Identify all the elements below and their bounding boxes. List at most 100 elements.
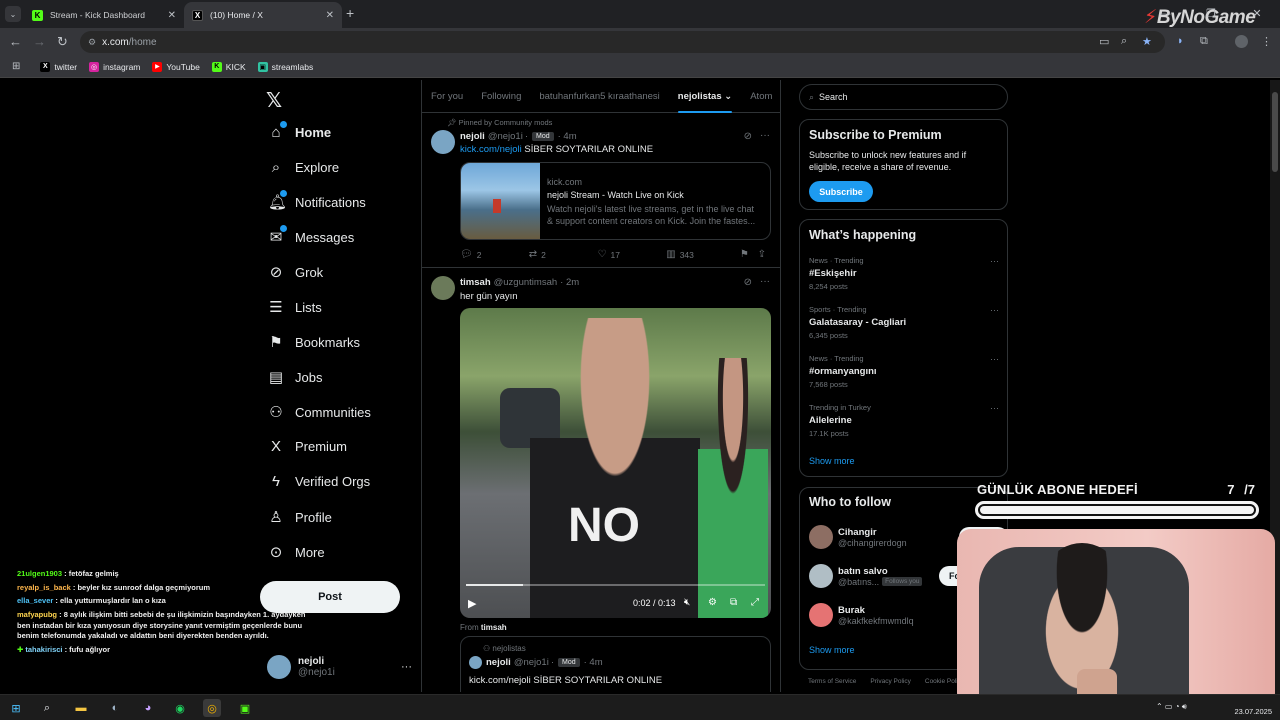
sidebar-item-bookmarks[interactable]: ⚑ Bookmarks [268, 333, 360, 351]
sidebar-item-explore[interactable]: ⌕ Explore [268, 159, 339, 176]
trend-item[interactable]: News · Trending #Eskişehir 8,254 posts ··· [809, 256, 999, 291]
sidebar-item-verified-orgs[interactable]: ϟ Verified Orgs [268, 473, 370, 490]
chrome-icon[interactable]: ◎ [203, 699, 221, 717]
tab-kick-dashboard[interactable]: K Stream - Kick Dashboard ✕ [24, 2, 184, 28]
sidebar-item-home[interactable]: ⌂ Home [268, 121, 331, 141]
bookmark-streamlabs[interactable]: ▣ streamlabs [257, 61, 313, 72]
avatar[interactable] [431, 130, 455, 154]
tweet-time[interactable]: · 4m [558, 131, 577, 142]
author-handle[interactable]: @uzguntimsah [494, 277, 558, 288]
profile-avatar-icon[interactable] [1235, 35, 1248, 48]
show-more-link[interactable]: Show more [809, 456, 855, 466]
scroll-thumb[interactable] [1272, 92, 1278, 172]
site-info-icon[interactable]: ⚙ [88, 37, 96, 48]
file-explorer-icon[interactable]: ▬ [72, 699, 90, 717]
sidebar-item-more[interactable]: ⊙ More [268, 543, 325, 561]
sidebar-item-grok[interactable]: ⊘ Grok [268, 263, 323, 281]
sidebar-item-notifications[interactable]: 🔔︎ Notifications [268, 190, 366, 211]
show-more-link[interactable]: Show more [809, 645, 855, 655]
fullscreen-icon[interactable]: ⤢ [751, 597, 759, 608]
grok-icon[interactable]: ⊘ [744, 131, 752, 142]
more-dots-icon[interactable]: ··· [760, 130, 770, 141]
trend-item[interactable]: Sports · Trending Galatasaray - Cagliari 6… [809, 305, 999, 340]
quote-tweet[interactable]: ⚇ nejolistas nejoli @nejo1i · Mod · 4m k… [460, 636, 771, 692]
steam-icon[interactable]: ◐ [106, 699, 124, 717]
settings-gear-icon[interactable]: ⚙ [708, 597, 717, 608]
system-clock[interactable]: 23.07.2025 [1234, 698, 1272, 716]
tab-following[interactable]: Following [472, 80, 530, 113]
star-bookmark-icon[interactable]: ★ [1142, 35, 1152, 48]
link-card[interactable]: kick.com nejoli Stream - Watch Live on K… [460, 162, 771, 240]
privacy-link[interactable]: Privacy Policy [870, 678, 910, 685]
sidebar-item-communities[interactable]: ⚇ Communities [268, 403, 371, 421]
more-dots-icon[interactable]: ··· [990, 256, 999, 266]
grok-icon[interactable]: ⊘ [744, 277, 752, 288]
bookmark-youtube[interactable]: ▶ YouTube [152, 61, 200, 72]
author-handle[interactable]: @nejo1i [488, 131, 523, 142]
trend-item[interactable]: Trending in Turkey Ailelerine 17.1K posts ·… [809, 403, 999, 438]
tab-atom[interactable]: Atom [741, 80, 780, 113]
trend-item[interactable]: News · Trending #ormanyangını 7,568 posts ·… [809, 354, 999, 389]
subscribe-button[interactable]: Subscribe [809, 181, 873, 202]
more-dots-icon[interactable]: ··· [401, 661, 412, 673]
author-name[interactable]: timsah [460, 277, 491, 288]
tweet-link[interactable]: kick.com/nejoli [460, 144, 522, 155]
reply-button[interactable]: 💬︎ 2 [460, 249, 529, 260]
back-arrow-icon[interactable]: ← [9, 34, 22, 49]
tab-batuhanfurkan5-kıraathanesi[interactable]: batuhanfurkan5 kıraathanesi [530, 80, 668, 113]
terms-link[interactable]: Terms of Service [808, 678, 856, 685]
sidebar-item-jobs[interactable]: ▤ Jobs [268, 368, 323, 386]
search-icon[interactable]: ⌕ [38, 699, 56, 717]
bookmark-instagram[interactable]: ◎ instagram [89, 61, 140, 72]
video-player[interactable]: NO ▶ 0:02 / 0:13 🔇︎ ⚙ ⧉ ⤢ [460, 308, 771, 618]
minimize-icon[interactable]: — [1142, 0, 1188, 28]
url-input[interactable]: ⚙ x.com/home [80, 31, 1165, 53]
views-button[interactable]: ▥ 343 [666, 249, 740, 260]
source-author[interactable]: timsah [481, 623, 507, 632]
repost-button[interactable]: ⇄ 2 [529, 249, 598, 260]
more-dots-icon[interactable]: ··· [990, 305, 999, 315]
share-button[interactable]: ⇪ [758, 249, 770, 260]
tab-search-button[interactable]: ⌄ [5, 6, 21, 22]
forward-arrow-icon[interactable]: → [33, 34, 46, 49]
apps-grid-icon[interactable]: ⊞ [12, 61, 20, 72]
bookmark-button[interactable]: ⚑ [740, 249, 758, 260]
windows-start-icon[interactable]: ⊞ [7, 699, 25, 717]
spotify-icon[interactable]: ◉ [171, 699, 189, 717]
puzzle-extensions-icon[interactable]: ⧉ [1200, 35, 1208, 48]
close-tab-icon[interactable]: ✕ [168, 10, 176, 21]
search-input[interactable]: ⌕ Search [799, 84, 1008, 110]
tab-nejolistas[interactable]: nejolistas ⌄ [669, 80, 741, 113]
popout-icon[interactable]: ⧉ [730, 597, 737, 608]
sidebar-item-lists[interactable]: ☰ Lists [268, 298, 321, 316]
zoom-icon[interactable]: ⌕ [1121, 35, 1127, 48]
close-tab-icon[interactable]: ✕ [326, 10, 334, 21]
x-logo-icon[interactable]: 𝕏 [266, 88, 282, 113]
bookmark-kick[interactable]: K KICK [211, 61, 246, 72]
close-window-icon[interactable]: ✕ [1234, 0, 1280, 28]
tweet-time[interactable]: · 2m [560, 277, 579, 288]
like-button[interactable]: ♡ 17 [598, 249, 667, 260]
more-dots-icon[interactable]: ··· [760, 276, 770, 287]
sidebar-item-premium[interactable]: X Premium [268, 438, 347, 455]
maximize-icon[interactable]: ❐ [1188, 0, 1234, 28]
new-tab-icon[interactable]: + [346, 5, 354, 21]
tab-for-you[interactable]: For you [422, 80, 472, 113]
play-icon[interactable]: ▶ [468, 597, 476, 610]
extension-icon[interactable]: ◗ [1177, 35, 1184, 47]
more-dots-icon[interactable]: ··· [990, 354, 999, 364]
bookmark-twitter[interactable]: Xtwitter [40, 61, 77, 72]
sidebar-item-profile[interactable]: ♙ Profile [268, 508, 332, 526]
more-dots-icon[interactable]: ··· [990, 403, 999, 413]
system-tray-icons[interactable]: ⌃ ▭ ◔ 🔊︎ [1156, 702, 1187, 712]
video-progress-bar[interactable] [466, 584, 765, 586]
sidebar-item-messages[interactable]: ✉ Messages [268, 225, 354, 246]
discord-icon[interactable]: ◕ [139, 699, 157, 717]
kebab-menu-icon[interactable]: ⋮ [1261, 35, 1272, 48]
tweet-pinned[interactable]: 📌︎ Pinned by Community mods nejoli @nejo… [422, 114, 780, 268]
streamlabs-icon[interactable]: ▣ [236, 699, 254, 717]
tweet-video[interactable]: timsah @uzguntimsah · 2m ⊘ ··· her gün y… [422, 268, 780, 692]
mute-icon[interactable]: 🔇︎ [684, 597, 690, 608]
avatar[interactable] [431, 276, 455, 300]
cast-icon[interactable]: ▭ [1099, 35, 1109, 48]
